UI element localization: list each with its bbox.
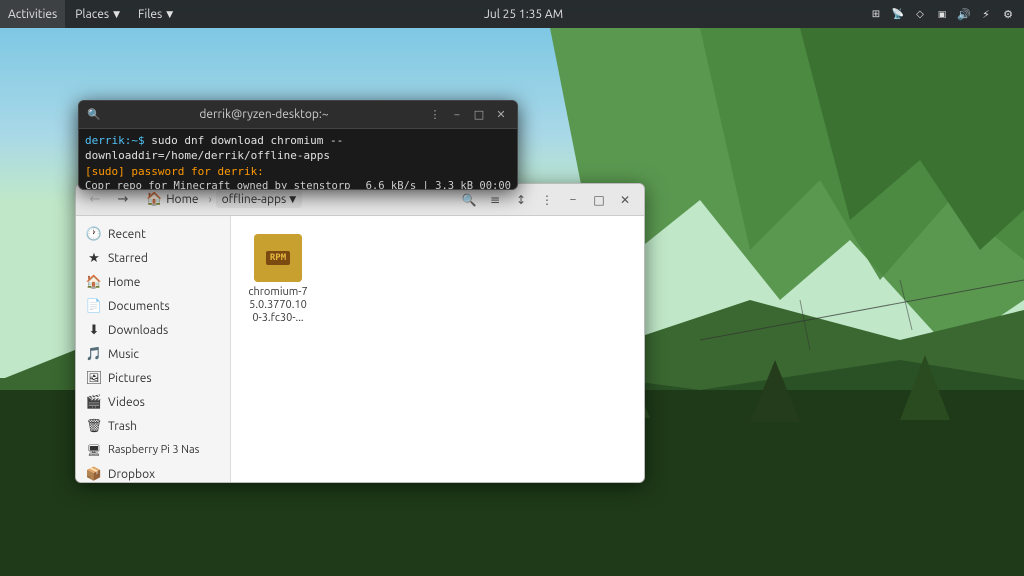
volume-icon[interactable]: 🔊 — [954, 4, 974, 24]
fm-close-button[interactable]: ✕ — [614, 189, 636, 211]
terminal-content: derrik:~$ sudo dnf download chromium --d… — [79, 129, 517, 189]
dropbox-label: Dropbox — [108, 468, 155, 481]
sidebar-item-music[interactable]: 🎵 Music — [76, 342, 230, 366]
home-label: Home — [166, 193, 198, 206]
current-path-button[interactable]: offline-apps ▼ — [216, 191, 303, 208]
nav-forward-button[interactable]: → — [112, 189, 134, 211]
music-label: Music — [108, 348, 139, 361]
terminal-line-1: derrik:~$ sudo dnf download chromium --d… — [85, 133, 511, 164]
filemanager-controls: 🔍 ≡ ↕ ⋮ − □ ✕ — [458, 189, 636, 211]
terminal-speed-1: 6.6 kB/s | 3.3 kB 00:00 — [366, 179, 511, 189]
file-icon-rpm: RPM — [254, 234, 302, 282]
videos-icon: 🎬 — [86, 394, 102, 410]
places-arrow-icon: ▼ — [113, 9, 120, 20]
sidebar-item-documents[interactable]: 📄 Documents — [76, 294, 230, 318]
places-label: Places — [75, 8, 109, 21]
videos-label: Videos — [108, 396, 145, 409]
downloads-icon: ⬇ — [86, 322, 102, 338]
documents-label: Documents — [108, 300, 170, 313]
starred-label: Starred — [108, 252, 148, 265]
terminal-maximize-button[interactable]: □ — [471, 107, 487, 123]
trash-label: Trash — [108, 420, 137, 433]
downloads-label: Downloads — [108, 324, 168, 337]
recent-icon: 🕐 — [86, 226, 102, 242]
sidebar-item-dropbox[interactable]: 📦 Dropbox — [76, 462, 230, 482]
terminal-title: derrik@ryzen-desktop:~ — [105, 108, 423, 121]
trash-icon: 🗑 — [86, 418, 102, 434]
settings-icon[interactable]: ⚙ — [998, 4, 1018, 24]
fm-sidebar: 🕐 Recent ★ Starred 🏠 Home 📄 Documents ⬇ — [76, 216, 231, 482]
file-name-chromium: chromium-75.0.3770.100-3.fc30-... — [247, 286, 309, 326]
sort-button[interactable]: ↕ — [510, 189, 532, 211]
fm-content: RPM chromium-75.0.3770.100-3.fc30-... — [231, 216, 644, 482]
files-arrow-icon: ▼ — [166, 9, 173, 20]
view-toggle-button[interactable]: ≡ — [484, 189, 506, 211]
terminal-search-icon[interactable]: 🔍 — [87, 108, 101, 122]
terminal-titlebar: 🔍 derrik@ryzen-desktop:~ ⋮ − □ ✕ — [79, 101, 517, 129]
fm-minimize-button[interactable]: − — [562, 189, 584, 211]
music-icon: 🎵 — [86, 346, 102, 362]
datetime-display: Jul 25 1:35 AM — [484, 8, 563, 21]
sidebar-item-downloads[interactable]: ⬇ Downloads — [76, 318, 230, 342]
terminal-menu-button[interactable]: ⋮ — [427, 107, 443, 123]
path-dropdown-icon: ▼ — [289, 194, 296, 205]
search-toggle-button[interactable]: 🔍 — [458, 189, 480, 211]
sidebar-item-home[interactable]: 🏠 Home — [76, 270, 230, 294]
home-sidebar-icon: 🏠 — [86, 274, 102, 290]
activities-button[interactable]: Activities — [0, 0, 65, 28]
recent-label: Recent — [108, 228, 146, 241]
home-icon: 🏠 — [146, 192, 162, 207]
pictures-label: Pictures — [108, 372, 152, 385]
desktop: Activities Places ▼ Files ▼ Jul 25 1:35 … — [0, 0, 1024, 576]
filemanager-body: 🕐 Recent ★ Starred 🏠 Home 📄 Documents ⬇ — [76, 216, 644, 482]
terminal-controls: ⋮ − □ ✕ — [427, 107, 509, 123]
terminal-window: 🔍 derrik@ryzen-desktop:~ ⋮ − □ ✕ derrik:… — [78, 100, 518, 190]
tray-icon-screen[interactable]: ▣ — [932, 4, 952, 24]
places-menu[interactable]: Places ▼ — [67, 0, 128, 28]
raspberry-label: Raspberry Pi 3 Nas — [108, 444, 199, 456]
sidebar-item-videos[interactable]: 🎬 Videos — [76, 390, 230, 414]
pictures-icon: 🖼 — [86, 370, 102, 386]
terminal-repo-1: Copr repo for Minecraft owned by stensto… — [85, 179, 351, 189]
taskbar: Activities Places ▼ Files ▼ Jul 25 1:35 … — [0, 0, 1024, 28]
terminal-sudo-prompt: [sudo] password for derrik: — [85, 165, 264, 178]
power-icon[interactable]: ⚡ — [976, 4, 996, 24]
current-path-label: offline-apps — [222, 193, 287, 206]
tray-icon-dropbox[interactable]: ◇ — [910, 4, 930, 24]
sidebar-item-raspberry[interactable]: 🖥 Raspberry Pi 3 Nas — [76, 438, 230, 462]
sidebar-item-trash[interactable]: 🗑 Trash — [76, 414, 230, 438]
terminal-line-2: [sudo] password for derrik: — [85, 164, 511, 179]
documents-icon: 📄 — [86, 298, 102, 314]
fm-menu-button[interactable]: ⋮ — [536, 189, 558, 211]
taskbar-left: Activities Places ▼ Files ▼ — [0, 0, 181, 28]
terminal-close-button[interactable]: ✕ — [493, 107, 509, 123]
sidebar-item-starred[interactable]: ★ Starred — [76, 246, 230, 270]
taskbar-right: ⊞ 📡 ◇ ▣ 🔊 ⚡ ⚙ — [866, 4, 1024, 24]
sidebar-item-recent[interactable]: 🕐 Recent — [76, 222, 230, 246]
path-separator: › — [209, 194, 212, 206]
tray-icon-1[interactable]: ⊞ — [866, 4, 886, 24]
dropbox-icon: 📦 — [86, 466, 102, 482]
terminal-prompt: derrik:~$ — [85, 134, 145, 147]
terminal-minimize-button[interactable]: − — [449, 107, 465, 123]
location-bar: 🏠 Home › offline-apps ▼ — [140, 190, 452, 209]
activities-label: Activities — [8, 8, 57, 21]
filemanager-window: ← → 🏠 Home › offline-apps ▼ 🔍 ≡ ↕ ⋮ − □ — [75, 183, 645, 483]
fm-maximize-button[interactable]: □ — [588, 189, 610, 211]
raspberry-icon: 🖥 — [86, 442, 102, 458]
home-location-button[interactable]: 🏠 Home — [140, 190, 205, 209]
home-sidebar-label: Home — [108, 276, 140, 289]
starred-icon: ★ — [86, 250, 102, 266]
sidebar-item-pictures[interactable]: 🖼 Pictures — [76, 366, 230, 390]
tray-icon-2[interactable]: 📡 — [888, 4, 908, 24]
files-menu[interactable]: Files ▼ — [130, 0, 181, 28]
files-label: Files — [138, 8, 162, 21]
file-item-chromium[interactable]: RPM chromium-75.0.3770.100-3.fc30-... — [243, 228, 313, 332]
terminal-line-3: Copr repo for Minecraft owned by stensto… — [85, 179, 511, 189]
nav-back-button[interactable]: ← — [84, 189, 106, 211]
taskbar-clock: Jul 25 1:35 AM — [181, 8, 866, 21]
